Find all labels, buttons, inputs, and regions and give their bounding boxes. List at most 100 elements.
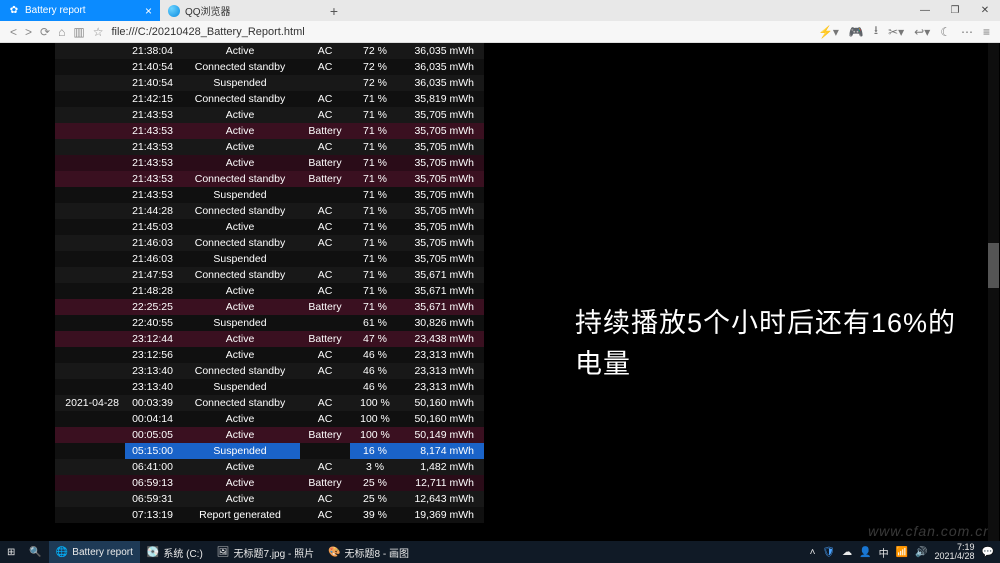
cell-time: 21:46:03	[125, 235, 180, 251]
home-button[interactable]: ⌂	[58, 25, 65, 39]
cell-state: Suspended	[180, 187, 300, 203]
ime-icon[interactable]: 中	[879, 545, 889, 560]
people-icon[interactable]: 👤	[859, 547, 871, 558]
forward-button[interactable]: >	[25, 25, 32, 39]
reader-icon[interactable]: ▥	[73, 25, 84, 39]
more-icon[interactable]: ⋯	[961, 25, 973, 39]
minimize-button[interactable]: —	[910, 0, 940, 21]
search-button[interactable]: 🔍	[22, 541, 48, 563]
scrollbar-thumb[interactable]	[988, 243, 999, 288]
url-input[interactable]	[111, 26, 809, 38]
tab-qq-browser[interactable]: QQ浏览器	[160, 0, 320, 21]
chevron-up-icon[interactable]: ˄	[810, 547, 816, 558]
scissors-icon[interactable]: ✂▾	[888, 25, 904, 39]
cell-date	[55, 315, 125, 331]
maximize-button[interactable]: ❐	[940, 0, 970, 21]
tab-battery-report[interactable]: ✿ Battery report ×	[0, 0, 160, 21]
cell-date	[55, 283, 125, 299]
cell-time: 21:43:53	[125, 171, 180, 187]
cell-percent: 100 %	[350, 411, 400, 427]
notifications-icon[interactable]: 💬	[982, 547, 994, 558]
volume-icon[interactable]: 🔊	[915, 547, 927, 558]
cell-energy: 8,174 mWh	[400, 443, 484, 459]
new-tab-button[interactable]: +	[320, 0, 348, 21]
cell-date	[55, 123, 125, 139]
taskbar-app[interactable]: 💽系统 (C:)	[140, 541, 210, 563]
close-icon[interactable]: ×	[145, 4, 152, 18]
cell-time: 00:04:14	[125, 411, 180, 427]
cell-state: Connected standby	[180, 171, 300, 187]
table-row: 21:46:03Connected standbyAC71 %35,705 mW…	[55, 235, 484, 251]
cell-time: 21:38:04	[125, 43, 180, 59]
back-button[interactable]: <	[10, 25, 17, 39]
flash-icon[interactable]: ⚡▾	[818, 25, 839, 39]
cell-state: Active	[180, 331, 300, 347]
annotation-text: 持续播放5个小时后还有16%的电量	[575, 303, 970, 384]
cell-source: AC	[300, 491, 350, 507]
table-row: 21:43:53Suspended71 %35,705 mWh	[55, 187, 484, 203]
table-row: 23:12:44ActiveBattery47 %23,438 mWh	[55, 331, 484, 347]
cell-percent: 71 %	[350, 171, 400, 187]
close-window-button[interactable]: ✕	[970, 0, 1000, 21]
system-tray[interactable]: ˄ 🛡 ☁ 👤 中 📶 🔊 7:19 2021/4/28 💬	[810, 543, 1000, 561]
reload-button[interactable]: ⟳	[40, 25, 50, 39]
cell-state: Connected standby	[180, 363, 300, 379]
taskbar-clock[interactable]: 7:19 2021/4/28	[935, 543, 975, 561]
app-icon: 🌐	[56, 547, 68, 558]
gamepad-icon[interactable]: 🎮	[849, 25, 864, 39]
cell-percent: 3 %	[350, 459, 400, 475]
table-row: 21:43:53ActiveAC71 %35,705 mWh	[55, 107, 484, 123]
table-row: 21:43:53ActiveAC71 %35,705 mWh	[55, 139, 484, 155]
cell-time: 21:48:28	[125, 283, 180, 299]
cell-state: Active	[180, 139, 300, 155]
cell-energy: 23,313 mWh	[400, 363, 484, 379]
cell-source: AC	[300, 91, 350, 107]
cell-energy: 23,438 mWh	[400, 331, 484, 347]
cell-energy: 1,482 mWh	[400, 459, 484, 475]
cell-source: AC	[300, 267, 350, 283]
table-row: 21:43:53ActiveBattery71 %35,705 mWh	[55, 123, 484, 139]
taskbar-app[interactable]: 🖼无标题7.jpg - 照片	[210, 541, 321, 563]
clock-date: 2021/4/28	[935, 552, 975, 561]
cell-source: Battery	[300, 331, 350, 347]
start-button[interactable]: ⊞	[0, 541, 22, 563]
cell-energy: 50,149 mWh	[400, 427, 484, 443]
cell-source: Battery	[300, 171, 350, 187]
cell-percent: 72 %	[350, 59, 400, 75]
moon-icon[interactable]: ☾	[940, 25, 951, 39]
download-icon[interactable]: ⭳	[874, 21, 878, 42]
table-row: 23:13:40Suspended46 %23,313 mWh	[55, 379, 484, 395]
address-bar: < > ⟳ ⌂ ▥ ☆ ⚡▾ 🎮 ⭳ ✂▾ ↩▾ ☾ ⋯ ≡	[0, 21, 1000, 43]
cell-source: Battery	[300, 427, 350, 443]
cell-date	[55, 459, 125, 475]
browser-tabstrip: ✿ Battery report × QQ浏览器 + — ❐ ✕	[0, 0, 1000, 21]
cell-time: 22:40:55	[125, 315, 180, 331]
favorite-icon[interactable]: ☆	[93, 25, 104, 39]
undo-icon[interactable]: ↩▾	[914, 25, 930, 39]
cell-energy: 50,160 mWh	[400, 395, 484, 411]
cell-time: 21:40:54	[125, 59, 180, 75]
cell-date	[55, 491, 125, 507]
vertical-scrollbar[interactable]	[988, 43, 999, 541]
cloud-icon[interactable]: ☁	[842, 547, 852, 558]
cell-energy: 35,705 mWh	[400, 155, 484, 171]
cell-source: AC	[300, 507, 350, 523]
menu-icon[interactable]: ≡	[983, 25, 990, 39]
taskbar-app[interactable]: 🎨无标题8 - 画图	[321, 541, 416, 563]
taskbar-app[interactable]: 🌐Battery report	[49, 541, 140, 563]
cell-time: 06:59:31	[125, 491, 180, 507]
wifi-icon[interactable]: 📶	[896, 547, 908, 558]
cell-source: AC	[300, 363, 350, 379]
cell-state: Suspended	[180, 443, 300, 459]
cell-percent: 47 %	[350, 331, 400, 347]
cell-time: 22:25:25	[125, 299, 180, 315]
cell-energy: 35,671 mWh	[400, 299, 484, 315]
cell-time: 21:40:54	[125, 75, 180, 91]
cell-date	[55, 251, 125, 267]
cell-percent: 71 %	[350, 235, 400, 251]
cell-source: AC	[300, 203, 350, 219]
cell-state: Connected standby	[180, 235, 300, 251]
shield-icon[interactable]: 🛡	[822, 547, 835, 558]
cell-percent: 71 %	[350, 123, 400, 139]
table-row: 06:41:00ActiveAC3 %1,482 mWh	[55, 459, 484, 475]
